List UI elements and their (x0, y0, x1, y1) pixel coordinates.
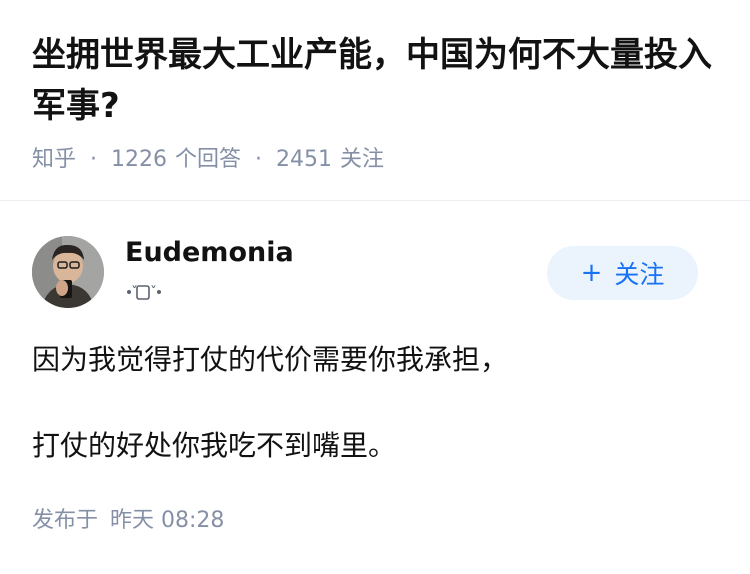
follower-count-label: 关注 (340, 147, 385, 172)
meta-separator: · (255, 147, 263, 172)
publish-info: 发布于 昨天 08:28 (32, 505, 224, 537)
answer-count: 1226 (111, 147, 168, 172)
section-divider (0, 200, 750, 201)
follow-button-label: 关注 (614, 260, 665, 289)
answer-count-label: 个回答 (175, 147, 242, 172)
question-title[interactable]: 坐拥世界最大工业产能，中国为何不大量投入军事? (32, 30, 722, 132)
author-name[interactable]: Eudemonia (125, 234, 294, 272)
svg-text:ˇ: ˇ (150, 285, 157, 301)
meta-separator: · (90, 147, 98, 172)
publish-prefix: 发布于 (32, 508, 99, 533)
plus-icon: + (580, 258, 603, 288)
question-meta: 知乎 · 1226 个回答 · 2451 关注 (32, 144, 384, 176)
answer-content: 因为我觉得打仗的代价需要你我承担， 打仗的好处你我吃不到嘴里。 (32, 338, 722, 468)
answer-page: 坐拥世界最大工业产能，中国为何不大量投入军事? 知乎 · 1226 个回答 · … (0, 0, 750, 574)
publish-time: 昨天 08:28 (110, 508, 225, 533)
answer-paragraph: 因为我觉得打仗的代价需要你我承担， (32, 343, 509, 376)
site-name[interactable]: 知乎 (32, 144, 76, 176)
follow-button[interactable]: + 关注 (547, 246, 698, 300)
avatar[interactable] (32, 236, 104, 308)
answer-paragraph: 打仗的好处你我吃不到嘴里。 (32, 429, 397, 462)
emoji-face-icon: ˇ ˇ (127, 285, 161, 301)
follower-count: 2451 (276, 147, 333, 172)
